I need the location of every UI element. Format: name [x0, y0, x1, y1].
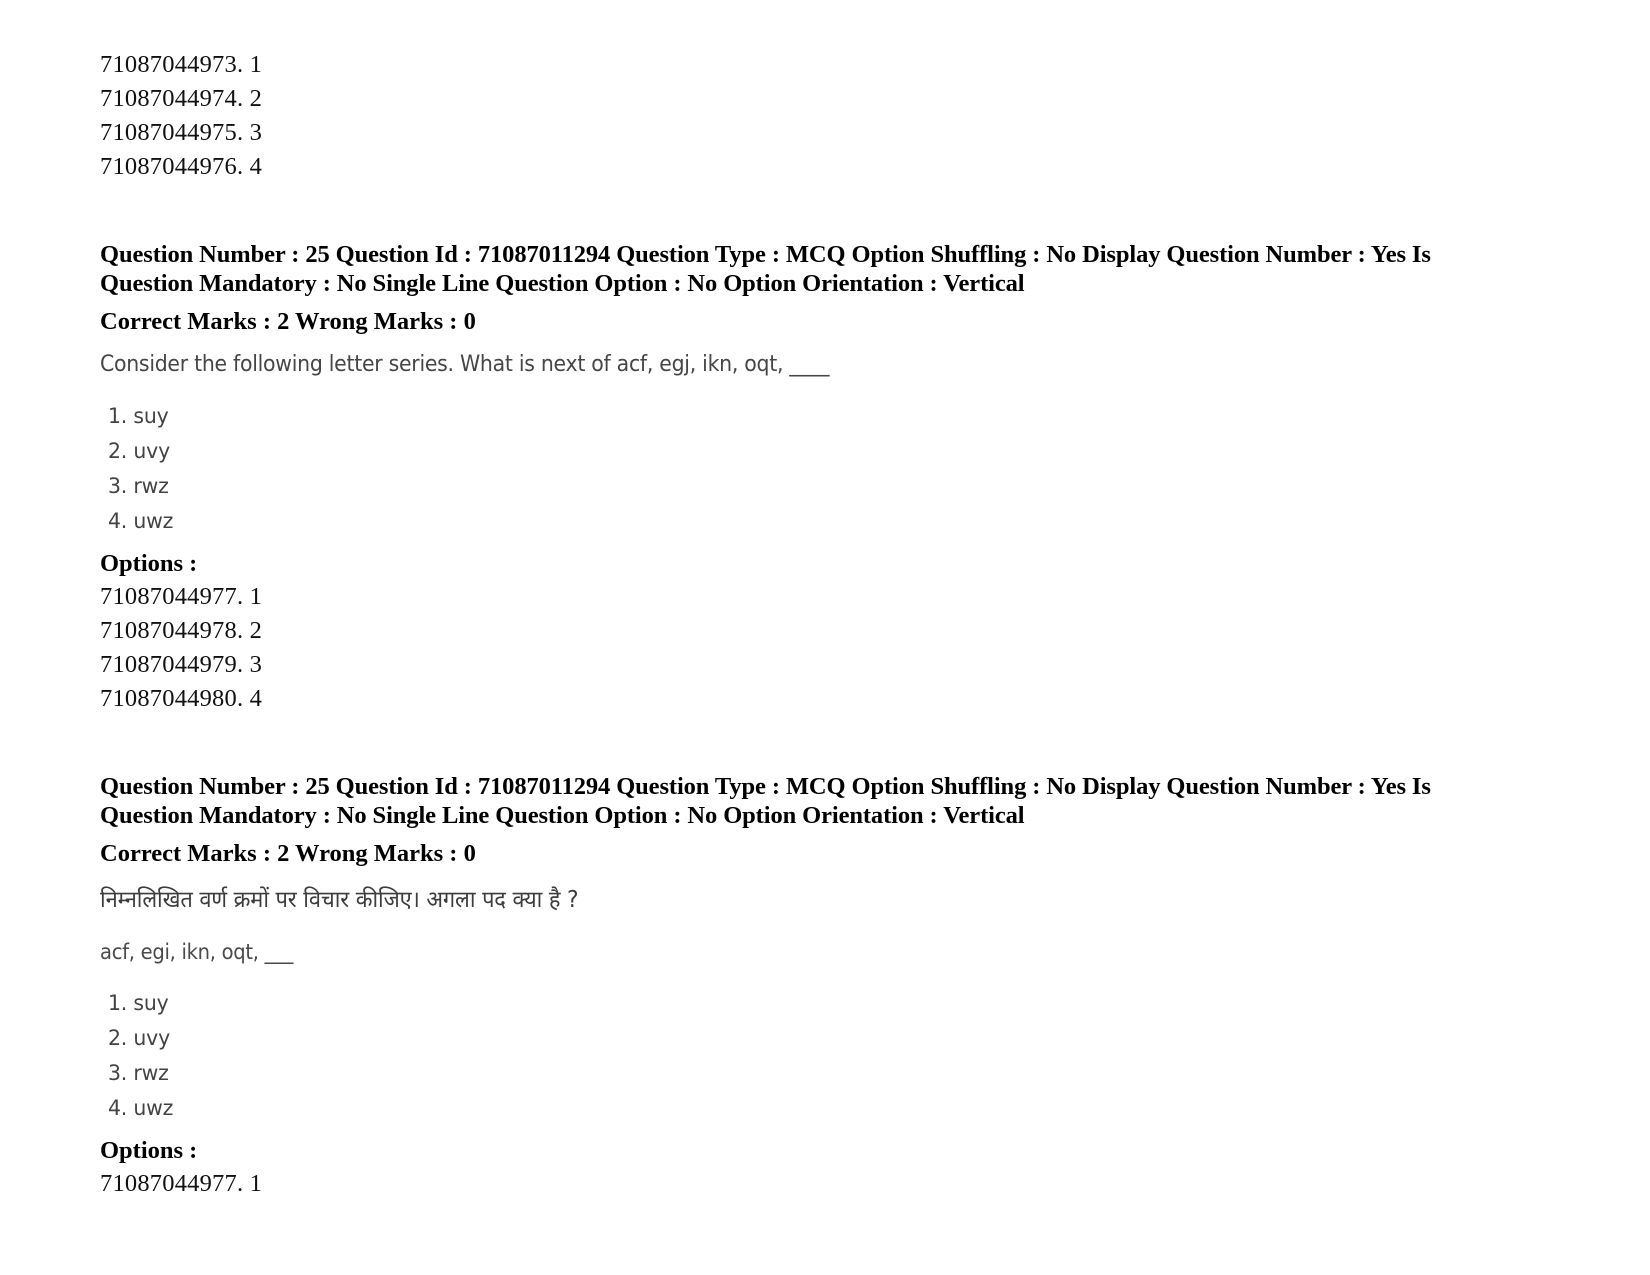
- question-text: Consider the following letter series. Wh…: [100, 352, 830, 377]
- option-id-line: 71087044977. 1: [100, 1170, 263, 1197]
- option-id-list-top: 71087044973. 1 71087044974. 2 7108704497…: [100, 48, 1520, 184]
- option-id-line: 71087044975. 3: [100, 119, 263, 146]
- choice-list: 1. suy 2. uvy 3. rwz 4. uwz: [108, 986, 1520, 1126]
- option-id-line: 71087044974. 2: [100, 85, 263, 112]
- question-block-english: Question Number : 25 Question Id : 71087…: [100, 240, 1520, 716]
- choice-item[interactable]: 2. uvy: [108, 434, 1449, 469]
- option-id-line: 71087044980. 4: [100, 685, 263, 712]
- choice-item[interactable]: 1. suy: [108, 986, 1449, 1021]
- option-id-line: 71087044979. 3: [100, 651, 263, 678]
- choice-item[interactable]: 4. uwz: [108, 504, 1449, 539]
- choice-item[interactable]: 4. uwz: [108, 1091, 1449, 1126]
- question-marks-line: Correct Marks : 2 Wrong Marks : 0: [100, 840, 476, 867]
- question-text-hindi: निम्नलिखित वर्ण क्रमों पर विचार कीजिए। अ…: [100, 887, 579, 913]
- question-meta-line-1: Question Number : 25 Question Id : 71087…: [100, 773, 1431, 800]
- question-block-hindi: Question Number : 25 Question Id : 71087…: [100, 772, 1520, 1201]
- option-id-line: 71087044977. 1: [100, 583, 263, 610]
- option-id-line: 71087044978. 2: [100, 617, 263, 644]
- letter-series-text: acf, egi, ikn, oqt, ___: [100, 940, 294, 964]
- options-label: Options :: [100, 1137, 198, 1164]
- option-id-list: 71087044977. 1: [100, 1167, 1520, 1201]
- question-meta-line-2: Question Mandatory : No Single Line Ques…: [100, 802, 1025, 829]
- option-id-line: 71087044973. 1: [100, 51, 263, 78]
- choice-item[interactable]: 3. rwz: [108, 469, 1449, 504]
- choice-item[interactable]: 2. uvy: [108, 1021, 1449, 1056]
- choice-item[interactable]: 1. suy: [108, 399, 1449, 434]
- option-id-line: 71087044976. 4: [100, 153, 263, 180]
- document-page: 71087044973. 1 71087044974. 2 7108704497…: [0, 0, 1650, 1275]
- choice-item[interactable]: 3. rwz: [108, 1056, 1449, 1091]
- choice-list: 1. suy 2. uvy 3. rwz 4. uwz: [108, 399, 1520, 539]
- options-label: Options :: [100, 550, 198, 577]
- question-meta-line-1: Question Number : 25 Question Id : 71087…: [100, 241, 1431, 268]
- question-marks-line: Correct Marks : 2 Wrong Marks : 0: [100, 308, 476, 335]
- question-meta-line-2: Question Mandatory : No Single Line Ques…: [100, 270, 1025, 297]
- option-id-list: 71087044977. 1 71087044978. 2 7108704497…: [100, 580, 1520, 716]
- page-content: 71087044973. 1 71087044974. 2 7108704497…: [100, 48, 1520, 1201]
